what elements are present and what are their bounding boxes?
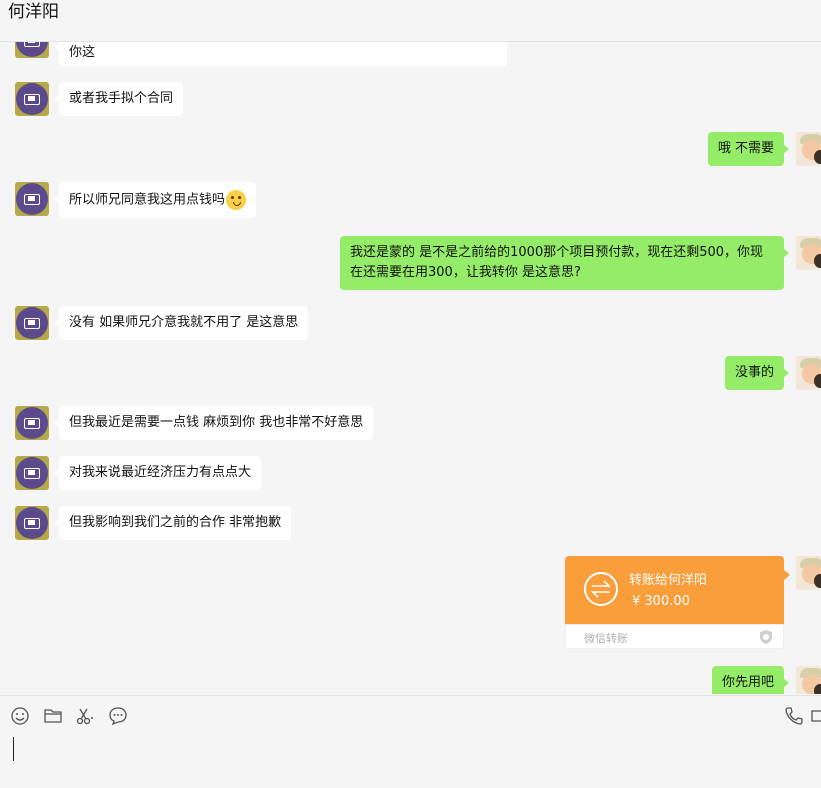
message-text: 所以师兄同意我这用点钱吗 bbox=[69, 192, 226, 208]
message-incoming[interactable]: 但我影响到我们之前的合作 非常抱歉 bbox=[53, 506, 292, 540]
message-incoming[interactable]: 没有 如果师兄介意我就不用了 是这意思 bbox=[53, 306, 309, 340]
message-incoming[interactable]: 对我来说最近经济压力有点点大 bbox=[53, 456, 262, 490]
transfer-card-tail bbox=[784, 570, 790, 580]
contact-avatar[interactable] bbox=[15, 306, 49, 340]
text-cursor[interactable] bbox=[13, 737, 14, 761]
contact-name: 何洋阳 bbox=[8, 2, 59, 22]
my-avatar[interactable] bbox=[796, 666, 821, 694]
transfer-arrows-icon bbox=[584, 572, 618, 606]
scissors-icon[interactable] bbox=[75, 706, 95, 726]
contact-avatar[interactable] bbox=[15, 82, 49, 116]
input-area[interactable] bbox=[0, 695, 821, 788]
message-incoming[interactable]: 你这 bbox=[54, 42, 507, 66]
transfer-footer-label: 微信转账 bbox=[584, 632, 628, 645]
message-list[interactable]: 你这 或者我手拟个合同 哦 不需要 所以师兄同意我这用点钱吗 我还是蒙的 是不是… bbox=[0, 42, 821, 694]
transfer-recipient: 转账给何洋阳 bbox=[629, 573, 708, 588]
transfer-card-body: 转账给何洋阳 ¥ 300.00 bbox=[565, 556, 784, 624]
chat-header: 何洋阳 bbox=[0, 0, 821, 42]
chat-history-icon[interactable] bbox=[108, 706, 128, 726]
transfer-footer: 微信转账 bbox=[565, 624, 784, 649]
message-outgoing[interactable]: 我还是蒙的 是不是之前给的1000那个项目预付款，现在还剩500，你现在还需要在… bbox=[340, 236, 789, 290]
contact-avatar[interactable] bbox=[15, 406, 49, 440]
my-avatar[interactable] bbox=[796, 236, 821, 270]
contact-avatar[interactable] bbox=[15, 506, 49, 540]
my-avatar[interactable] bbox=[796, 356, 821, 390]
my-avatar[interactable] bbox=[796, 132, 821, 166]
folder-icon[interactable] bbox=[43, 706, 63, 726]
message-incoming[interactable]: 但我最近是需要一点钱 麻烦到你 我也非常不好意思 bbox=[53, 406, 374, 440]
emoji-icon[interactable] bbox=[10, 706, 30, 726]
message-outgoing[interactable]: 哦 不需要 bbox=[707, 132, 790, 166]
contact-avatar[interactable] bbox=[15, 182, 49, 216]
message-outgoing[interactable]: 没事的 bbox=[724, 356, 790, 390]
contact-avatar[interactable] bbox=[15, 456, 49, 490]
video-icon[interactable] bbox=[810, 706, 821, 726]
transfer-card[interactable]: 转账给何洋阳 ¥ 300.00 微信转账 bbox=[565, 556, 784, 649]
my-avatar[interactable] bbox=[796, 556, 821, 590]
transfer-amount: ¥ 300.00 bbox=[632, 594, 690, 609]
emoji-icon bbox=[226, 190, 247, 210]
message-outgoing[interactable]: 你先用吧 bbox=[711, 666, 790, 694]
message-incoming[interactable]: 或者我手拟个合同 bbox=[53, 82, 184, 116]
shield-icon bbox=[760, 630, 772, 644]
phone-icon[interactable] bbox=[784, 706, 804, 726]
contact-avatar[interactable] bbox=[15, 42, 49, 58]
message-incoming[interactable]: 所以师兄同意我这用点钱吗 bbox=[53, 182, 257, 218]
